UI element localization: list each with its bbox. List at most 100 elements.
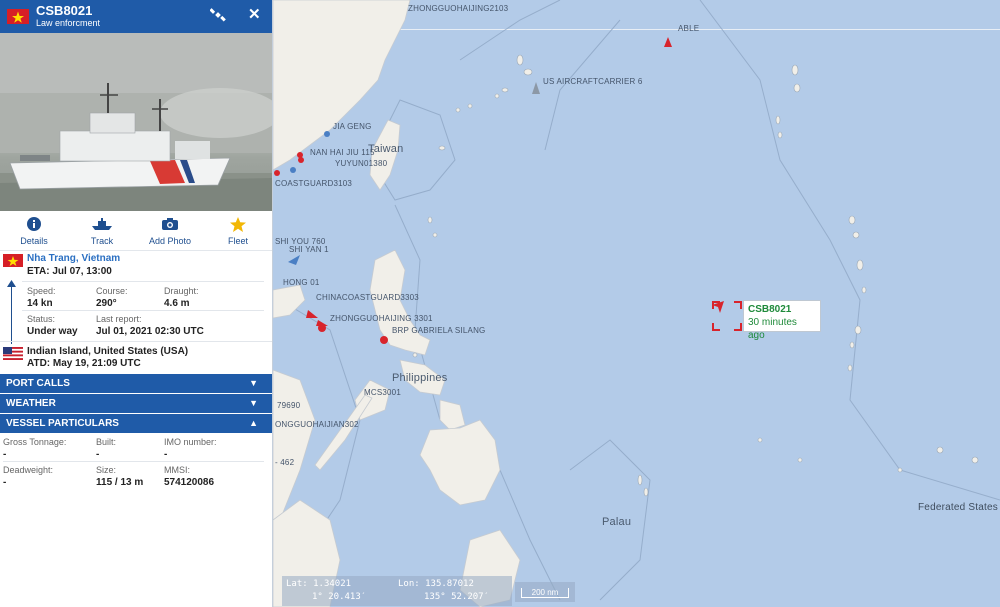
map-label-79690: 79690 [277, 401, 301, 410]
departure-block: Indian Island, United States (USA) ATD: … [0, 341, 272, 374]
coordinates-readout: Lat: 1.34021 Lon: 135.87012 1° 20.413′ 1… [282, 576, 512, 606]
section-port-calls[interactable]: PORT CALLS ▼ [0, 374, 272, 393]
last-report-cell: Last report: Jul 01, 2021 02:30 UTC [96, 314, 204, 338]
flag-vietnam-small-icon [3, 254, 23, 267]
map-label-us-carrier: US AIRCRAFTCARRIER 6 [543, 77, 643, 86]
imo-label: IMO number: [164, 437, 217, 447]
section-vessel-particulars[interactable]: VESSEL PARTICULARS ▲ [0, 414, 272, 433]
lat-value: 1.34021 [313, 579, 352, 589]
track-ship-icon [68, 217, 136, 233]
land-mindanao [419, 419, 501, 506]
close-icon[interactable]: ✕ [248, 5, 261, 23]
course-cell: Course: 290° [96, 286, 128, 310]
satellite-icon[interactable] [209, 7, 226, 26]
target-corner [734, 323, 742, 331]
course-value: 290° [96, 298, 117, 309]
status-label: Status: [27, 314, 56, 324]
draught-value: 4.6 m [164, 298, 190, 309]
deadweight-label: Deadweight: [3, 465, 54, 475]
lon-label: Lon: [398, 579, 420, 589]
departure-port: Indian Island, United States (USA) [27, 346, 189, 357]
deadweight-value: - [3, 477, 7, 488]
map-label-able: ABLE [678, 24, 700, 33]
draught-label: Draught: [164, 286, 199, 296]
chevron-up-icon: ▲ [249, 418, 258, 428]
map-label-brp: BRP GABRIELA SILANG [392, 326, 486, 335]
speed-label: Speed: [27, 286, 56, 296]
map-label-mcs3001: MCS3001 [364, 388, 401, 397]
map-label-zhong302: ONGGUOHAIJIAN302 [275, 420, 359, 429]
add-photo-label: Add Photo [148, 236, 192, 246]
fleet-button[interactable]: Fleet [204, 211, 272, 250]
speed-value: 14 kn [27, 298, 53, 309]
details-label: Details [20, 236, 48, 246]
mmsi-label: MMSI: [164, 465, 190, 475]
map-label-china3303: CHINACOASTGUARD3303 [316, 293, 419, 302]
section-port-calls-label: PORT CALLS [6, 378, 70, 389]
course-label: Course: [96, 286, 128, 296]
section-weather[interactable]: WEATHER ▼ [0, 394, 272, 413]
destination-eta: ETA: Jul 07, 13:00 [27, 266, 112, 277]
map-label-jia-geng: JIA GENG [333, 122, 372, 131]
lon-value: 135.87012 [425, 579, 474, 589]
vessel-header: CSB8021 Law enforcment ✕ [0, 0, 272, 33]
target-corner [734, 301, 742, 309]
map-label-nan-hai: NAN HAI JIU 115 [310, 148, 375, 157]
divider [22, 281, 264, 282]
map-label-micronesia: Federated States of Micronesia [918, 502, 1000, 513]
map-label-zhong2103: ZHONGGUOHAIJING2103 [408, 4, 509, 13]
built-label: Built: [96, 437, 117, 447]
size-label: Size: [96, 465, 117, 475]
imo-cell: IMO number: - [164, 437, 217, 461]
map-label-coastguard3103: COASTGUARD3103 [275, 179, 353, 188]
flag-usa-icon [3, 347, 23, 360]
draught-cell: Draught: 4.6 m [164, 286, 199, 310]
vessel-photo [0, 33, 272, 211]
map-label-shi-yan: SHI YAN 1 [289, 245, 329, 254]
ship-illustration [0, 33, 272, 211]
map-label-philippines: Philippines [392, 372, 448, 384]
vessel-tooltip[interactable]: CSB8021 30 minutes ago [743, 300, 821, 341]
lat-label: Lat: [286, 579, 308, 589]
camera-icon [136, 217, 204, 233]
gross-tonnage-cell: Gross Tonnage: - [3, 437, 66, 461]
app-root: ZHONGGUOHAIJING2103 ABLE US AIRCRAFTCARR… [0, 0, 1000, 607]
map-label-yuyun: YUYUN01380 [335, 159, 388, 168]
selected-vessel-marker[interactable] [712, 301, 742, 331]
track-button[interactable]: Track [68, 211, 136, 250]
add-photo-button[interactable]: Add Photo [136, 211, 204, 250]
land-luzon [369, 249, 431, 356]
voyage-details: Speed: 14 kn Course: 290° Draught: 4.6 m… [0, 281, 272, 341]
gross-tonnage-value: - [3, 449, 7, 460]
gross-tonnage-label: Gross Tonnage: [3, 437, 67, 447]
lat-dm-value: 1° 20.413′ [312, 592, 367, 602]
vessel-panel: CSB8021 Law enforcment ✕ Details Track A… [0, 0, 273, 607]
details-button[interactable]: Details [0, 211, 68, 250]
last-report-value: Jul 01, 2021 02:30 UTC [96, 326, 204, 337]
deadweight-cell: Deadweight: - [3, 465, 53, 489]
vessel-particulars: Gross Tonnage: - Built: - IMO number: - … [0, 434, 272, 494]
map-label-palau: Palau [602, 516, 632, 528]
mmsi-cell: MMSI: 574120086 [164, 465, 214, 489]
section-vessel-particulars-label: VESSEL PARTICULARS [6, 418, 119, 429]
vessel-type: Law enforcment [36, 18, 101, 28]
departure-atd: ATD: May 19, 21:09 UTC [27, 358, 141, 369]
destination-port-link[interactable]: Nha Trang, Vietnam [27, 253, 120, 264]
tooltip-vessel-name: CSB8021 [748, 304, 792, 315]
track-label: Track [90, 236, 114, 246]
map-label-hong01: HONG 01 [283, 278, 320, 287]
section-weather-label: WEATHER [6, 398, 56, 409]
built-value: - [96, 449, 100, 460]
size-cell: Size: 115 / 13 m [96, 465, 143, 489]
divider [3, 461, 264, 462]
size-value: 115 / 13 m [96, 477, 144, 488]
speed-cell: Speed: 14 kn [27, 286, 56, 310]
scale-label: 200 nm [521, 588, 569, 598]
status-cell: Status: Under way [27, 314, 78, 338]
map-label-462: - 462 [275, 458, 295, 467]
lon-dm-value: 135° 52.207′ [424, 592, 490, 602]
fleet-label: Fleet [227, 236, 248, 246]
flag-vietnam-icon [7, 9, 29, 24]
map-label-zhong3301: ZHONGGUOHAIJING 3301 [330, 314, 433, 323]
last-report-label: Last report: [96, 314, 142, 324]
